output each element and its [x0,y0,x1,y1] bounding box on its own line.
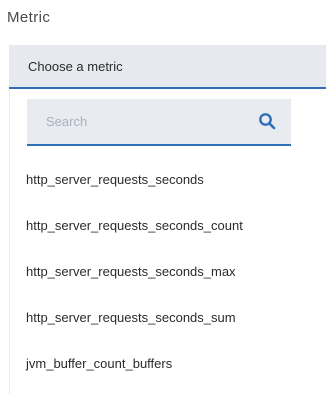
list-item[interactable]: http_server_requests_seconds_max [10,248,326,294]
list-item[interactable]: jvm_buffer_count_buffers [10,340,326,386]
metric-dropdown: http_server_requests_seconds http_server… [9,90,326,394]
search-input[interactable] [27,99,247,144]
list-item[interactable]: http_server_requests_seconds_sum [10,294,326,340]
search-icon[interactable] [258,112,276,130]
metric-picker: Metric Choose a metric http_server_reque… [0,0,326,394]
search-field [27,99,291,146]
list-item[interactable]: http_server_requests_seconds [10,156,326,202]
metric-field-label: Metric [7,9,51,26]
metric-options-list: http_server_requests_seconds http_server… [10,156,326,386]
metric-select[interactable]: Choose a metric [9,45,326,89]
metric-select-value: Choose a metric [28,58,123,74]
list-item[interactable]: http_server_requests_seconds_count [10,202,326,248]
